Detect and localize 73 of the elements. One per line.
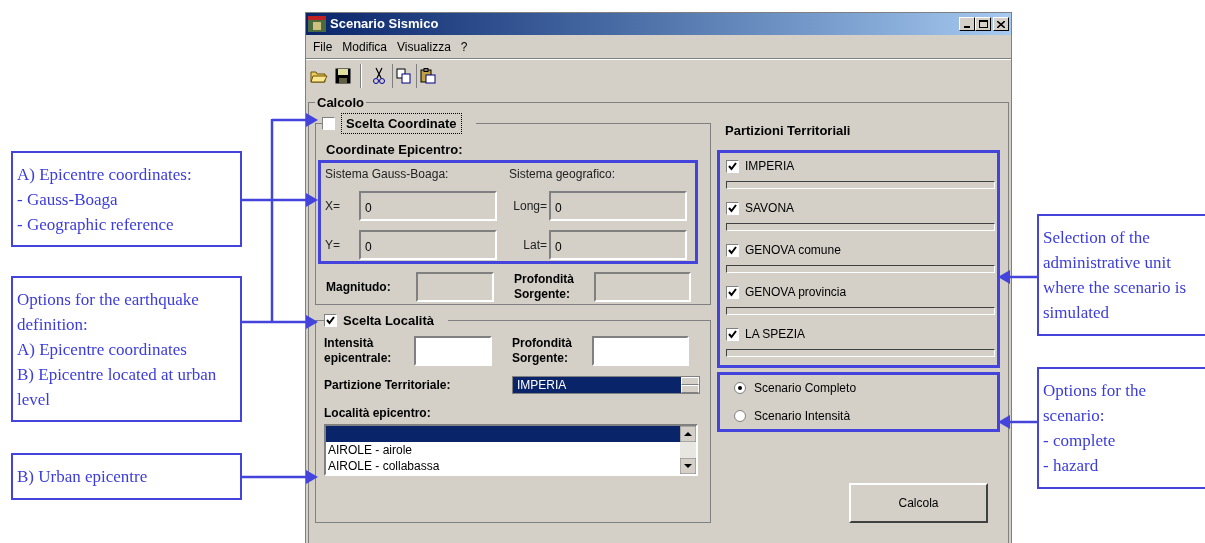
copy-button[interactable]	[392, 63, 414, 88]
close-icon	[997, 20, 1005, 28]
field-label: Magnitudo:	[326, 278, 392, 296]
callout-note: Selection of the administrative unit where the scenario is simulated	[1037, 214, 1205, 336]
calcola-button[interactable]: Calcola	[849, 482, 988, 523]
field-label: Località epicentro:	[324, 405, 432, 422]
field-label: Intensità epicentrale:	[324, 336, 393, 366]
number-field[interactable]: 0	[359, 229, 497, 260]
depth-field[interactable]	[594, 271, 691, 302]
field-label: Y=	[325, 236, 341, 254]
checkbox-label[interactable]: GENOVA comune	[745, 241, 841, 259]
checkbox[interactable]	[726, 285, 739, 299]
checkbox-label[interactable]: SAVONA	[745, 199, 795, 217]
radio-button[interactable]	[734, 382, 746, 394]
field-label: Long=	[512, 197, 547, 215]
scroll-up-icon[interactable]	[680, 426, 696, 442]
maximize-icon	[978, 20, 988, 28]
callout-note: Options for the scenario: - complete - hazard	[1037, 367, 1205, 489]
checkbox-label[interactable]: LA SPEZIA	[745, 325, 806, 343]
callout-note: B) Urban epicentre	[11, 453, 242, 500]
radio-button[interactable]	[734, 410, 746, 422]
maximize-button[interactable]	[975, 17, 991, 31]
clipboard-icon	[419, 67, 436, 84]
number-field[interactable]: 0	[549, 229, 687, 260]
radio-label[interactable]: Scenario Intensità	[754, 407, 851, 425]
callout-note: Options for the earthquake definition: A) Epicentre coordinates B) Epicentre located at urban level	[11, 276, 242, 422]
magnitude-field[interactable]	[416, 271, 494, 302]
field-label: Profondità Sorgente:	[514, 271, 575, 302]
depth-field[interactable]	[592, 336, 689, 366]
list-item[interactable]: AIROLE - airole	[326, 442, 680, 458]
menu-item[interactable]: ?	[455, 37, 473, 56]
copy-icon	[395, 67, 412, 84]
menu-item[interactable]: Visualizza	[392, 37, 456, 56]
field-label: Lat=	[522, 236, 547, 254]
group-label: Calcolo	[316, 94, 365, 112]
checkbox[interactable]	[322, 116, 335, 130]
number-field[interactable]: 0	[549, 190, 687, 221]
checkbox[interactable]	[324, 313, 337, 327]
field-label: Profondità Sorgente:	[512, 336, 573, 366]
label: Sistema Gauss-Boaga:	[325, 165, 450, 183]
callout-note: A) Epicentre coordinates: - Gauss-Boaga - Geographic reference	[11, 151, 242, 247]
field-value: IMPERIA	[513, 377, 681, 393]
spinner-arrows-icon	[681, 377, 699, 393]
checkbox-label[interactable]: GENOVA provincia	[745, 283, 847, 301]
field-label: Partizione Territoriale:	[324, 377, 452, 394]
spinner-field[interactable]: IMPERIA	[512, 376, 700, 394]
scrollbar[interactable]	[680, 426, 696, 474]
checkbox-label[interactable]: Scelta Località	[343, 310, 435, 330]
section-heading: Coordinate Epicentro:	[326, 141, 464, 159]
checkbox[interactable]	[726, 159, 739, 173]
checkbox-label[interactable]: IMPERIA	[745, 157, 795, 175]
menu-item[interactable]: File	[308, 37, 338, 56]
paste-button[interactable]	[416, 63, 438, 88]
checkbox[interactable]	[726, 243, 739, 257]
field-label: X=	[325, 197, 341, 215]
menu-item[interactable]: Modifica	[337, 37, 393, 56]
radio-label[interactable]: Scenario Completo	[754, 379, 857, 397]
app-logo-icon	[308, 16, 326, 32]
close-button[interactable]	[993, 17, 1009, 31]
section-heading: Partizioni Territoriali	[725, 121, 852, 140]
list-box[interactable]: AIROLE - airole AIROLE - collabassa	[324, 424, 698, 476]
checkbox[interactable]	[726, 327, 739, 341]
window-title: Scenario Sismico	[330, 15, 440, 34]
minimize-icon	[964, 26, 970, 28]
number-field[interactable]: 0	[359, 190, 497, 221]
label: Sistema geografico:	[509, 165, 617, 183]
checkbox-label[interactable]: Scelta Coordinate	[341, 112, 462, 134]
intensity-field[interactable]	[414, 336, 492, 366]
checkbox[interactable]	[726, 201, 739, 215]
minimize-button[interactable]	[959, 17, 975, 31]
scroll-down-icon[interactable]	[680, 458, 696, 474]
scissors-icon	[373, 66, 385, 85]
list-item[interactable]: AIROLE - collabassa	[326, 458, 680, 474]
